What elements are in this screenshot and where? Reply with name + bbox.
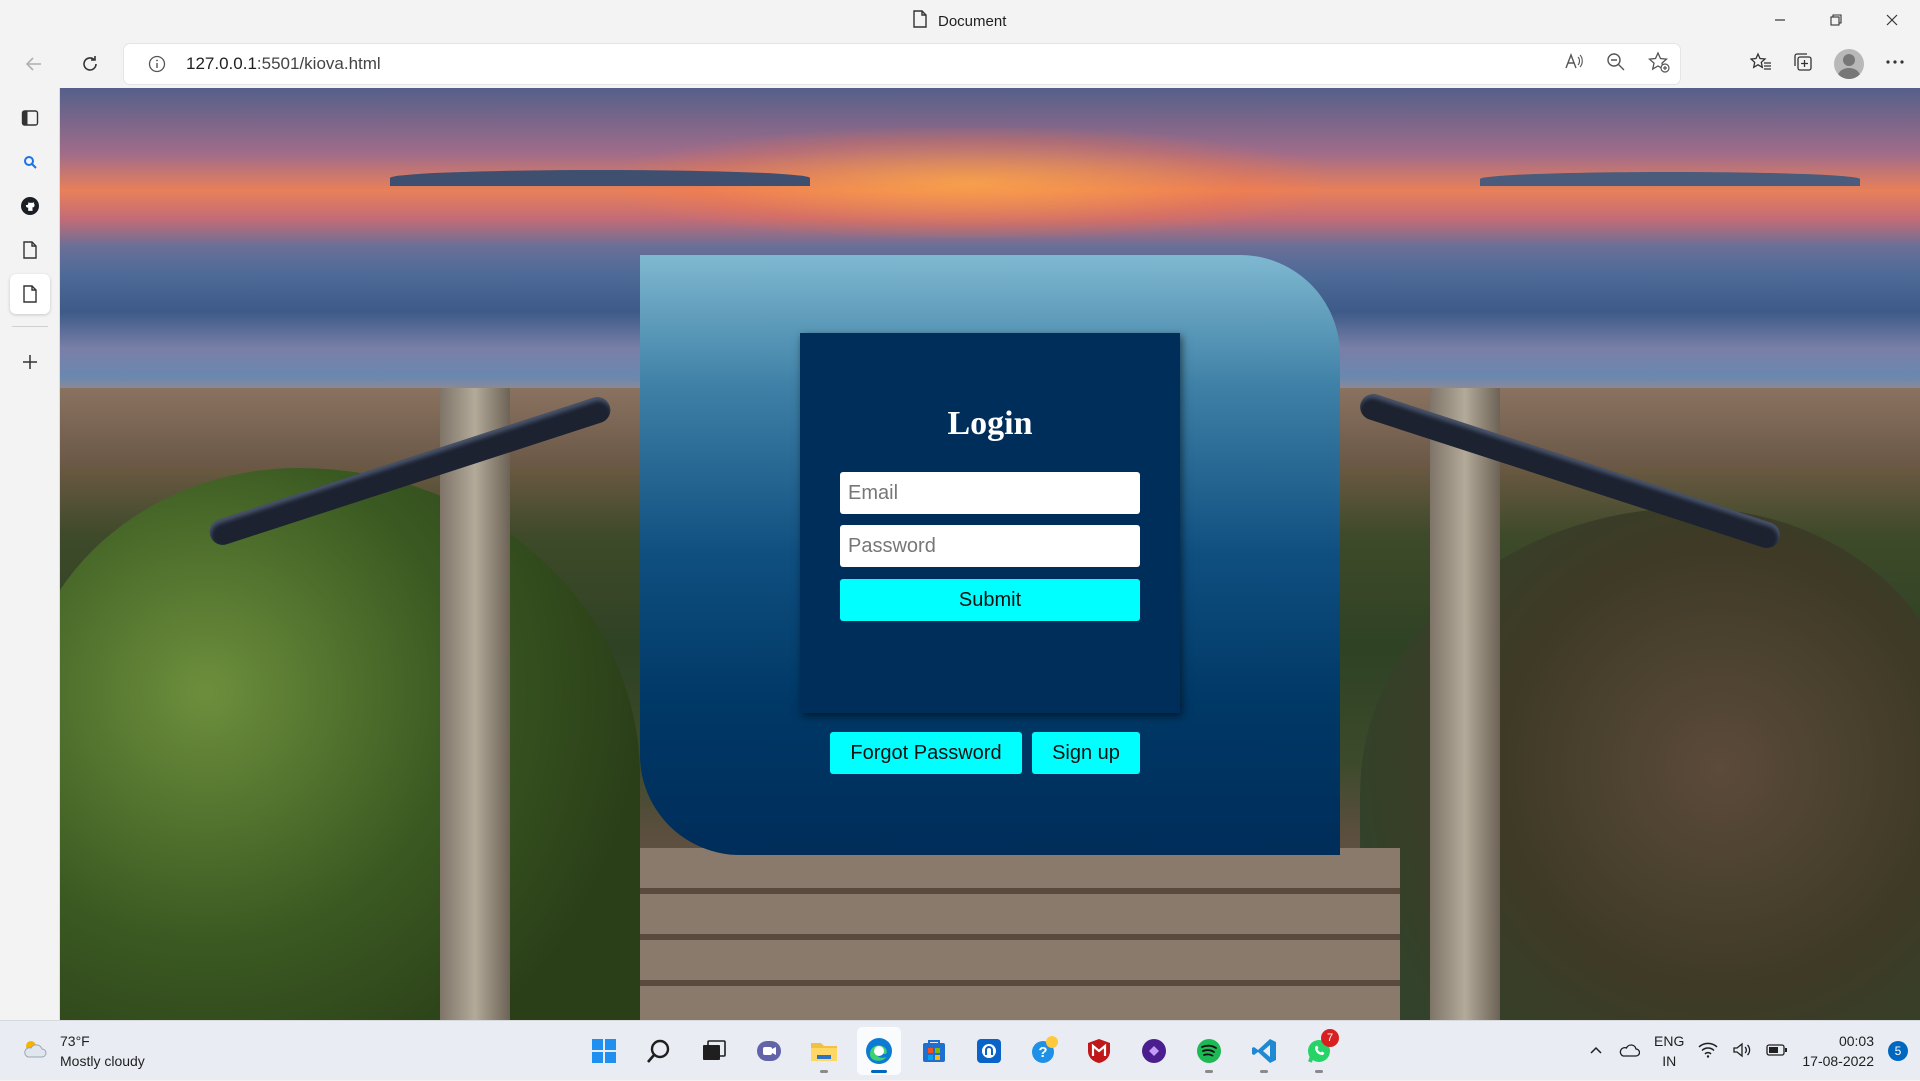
- page-viewport: Login Submit Forgot Password Sign up: [60, 88, 1920, 1020]
- background-post: [1430, 388, 1500, 1020]
- taskbar: 73°F Mostly cloudy ? 7 ENG IN 00:03 17-0…: [0, 1020, 1920, 1080]
- onedrive-cloud-icon[interactable]: [1618, 1042, 1641, 1061]
- battery-icon[interactable]: [1766, 1043, 1788, 1060]
- add-icon[interactable]: [10, 342, 50, 382]
- email-field[interactable]: [840, 472, 1140, 514]
- weather-temp: 73°F: [60, 1033, 90, 1049]
- browser-sidebar: [0, 88, 60, 1020]
- tab-title: Document: [938, 12, 1007, 30]
- github-icon[interactable]: [10, 186, 50, 226]
- clock[interactable]: 00:03 17-08-2022: [1802, 1031, 1874, 1071]
- background-stairs: [640, 848, 1400, 1020]
- weather-widget[interactable]: 73°F Mostly cloudy: [20, 1031, 145, 1071]
- favorite-add-icon[interactable]: [1647, 50, 1670, 78]
- url-host: 127.0.0.1: [186, 54, 257, 73]
- notification-count[interactable]: 5: [1888, 1041, 1908, 1061]
- sidebar-divider: [12, 326, 48, 327]
- app-launcher-icon[interactable]: [967, 1027, 1011, 1075]
- login-form: Login Submit: [800, 333, 1180, 713]
- minimize-button[interactable]: [1752, 0, 1808, 40]
- read-aloud-icon[interactable]: [1564, 52, 1584, 77]
- tab[interactable]: Document: [912, 10, 1006, 32]
- microsoft-store-icon[interactable]: [912, 1027, 956, 1075]
- url-path: :5501/kiova.html: [256, 54, 381, 73]
- page-icon-active[interactable]: [10, 274, 50, 314]
- help-icon[interactable]: ?: [1022, 1027, 1066, 1075]
- wifi-icon[interactable]: [1698, 1042, 1718, 1061]
- language-code: ENG: [1654, 1033, 1685, 1049]
- background-island: [1480, 172, 1860, 186]
- background-island: [390, 170, 810, 186]
- tab-actions-icon[interactable]: [10, 98, 50, 138]
- favorites-icon[interactable]: [1749, 51, 1772, 78]
- language-region: IN: [1662, 1053, 1677, 1069]
- login-title: Login: [947, 405, 1033, 442]
- spotify-icon[interactable]: [1187, 1027, 1231, 1075]
- clock-time: 00:03: [1838, 1033, 1874, 1049]
- teams-chat-icon[interactable]: [747, 1027, 791, 1075]
- page-icon[interactable]: [10, 230, 50, 270]
- info-icon[interactable]: [148, 55, 166, 78]
- profile-avatar[interactable]: [1834, 49, 1864, 79]
- edge-browser-icon[interactable]: [857, 1027, 901, 1075]
- back-button[interactable]: [16, 46, 52, 82]
- mcafee-icon[interactable]: [1077, 1027, 1121, 1075]
- task-view-icon[interactable]: [692, 1027, 736, 1075]
- zoom-out-icon[interactable]: [1606, 52, 1626, 77]
- whatsapp-icon[interactable]: 7: [1297, 1027, 1341, 1075]
- vscode-icon[interactable]: [1242, 1027, 1286, 1075]
- close-button[interactable]: [1864, 0, 1920, 40]
- power-automate-icon[interactable]: [1132, 1027, 1176, 1075]
- document-icon: [912, 10, 928, 32]
- browser-titlebar: Document: [0, 0, 1920, 40]
- collections-icon[interactable]: [1792, 51, 1814, 78]
- more-options-icon[interactable]: [1884, 51, 1906, 78]
- volume-icon[interactable]: [1732, 1042, 1752, 1061]
- background-post: [440, 388, 510, 1020]
- login-card: Login Submit Forgot Password Sign up: [640, 255, 1340, 855]
- browser-toolbar: 127.0.0.1:5501/kiova.html: [0, 40, 1920, 88]
- password-field[interactable]: [840, 525, 1140, 567]
- search-icon[interactable]: [637, 1027, 681, 1075]
- sign-up-button[interactable]: Sign up: [1032, 732, 1140, 774]
- address-bar[interactable]: 127.0.0.1:5501/kiova.html: [124, 44, 1680, 84]
- clock-date: 17-08-2022: [1802, 1053, 1874, 1069]
- language-indicator[interactable]: ENG IN: [1654, 1031, 1684, 1071]
- restore-button[interactable]: [1808, 0, 1864, 40]
- chevron-up-icon[interactable]: [1588, 1042, 1604, 1061]
- file-explorer-icon[interactable]: [802, 1027, 846, 1075]
- svg-text:?: ?: [1038, 1044, 1047, 1061]
- start-button[interactable]: [582, 1027, 626, 1075]
- weather-desc: Mostly cloudy: [60, 1053, 145, 1069]
- submit-button[interactable]: Submit: [840, 579, 1140, 621]
- url-text[interactable]: 127.0.0.1:5501/kiova.html: [186, 54, 381, 74]
- weather-cloud-sun-icon: [20, 1035, 48, 1068]
- search-icon[interactable]: [10, 142, 50, 182]
- forgot-password-button[interactable]: Forgot Password: [830, 732, 1022, 774]
- refresh-button[interactable]: [72, 46, 108, 82]
- whatsapp-badge: 7: [1321, 1029, 1339, 1047]
- background-bush: [60, 468, 640, 1020]
